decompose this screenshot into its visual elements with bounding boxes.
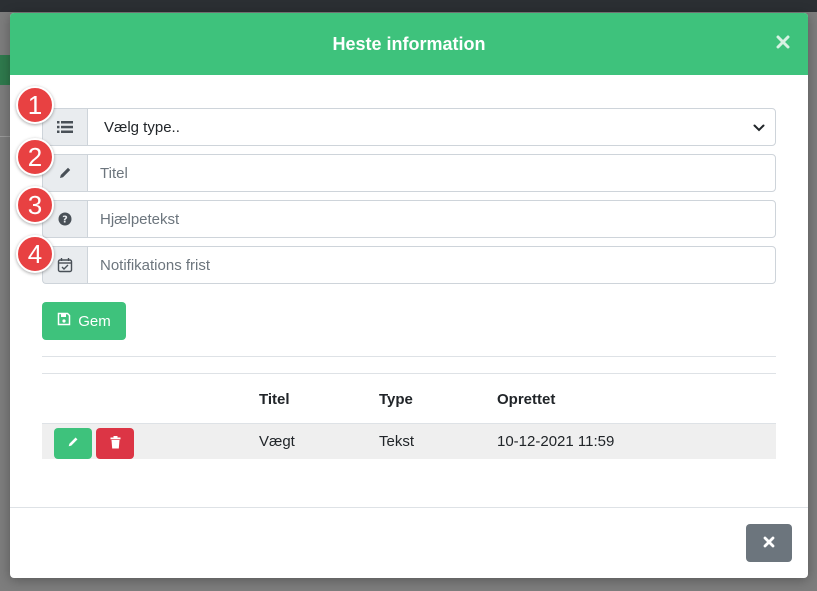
modal-header: Heste information (10, 13, 808, 75)
save-button-label: Gem (78, 312, 111, 330)
svg-text:?: ? (62, 215, 68, 226)
footer-close-button[interactable] (746, 524, 792, 562)
edit-button[interactable] (54, 428, 92, 459)
pencil-icon (67, 436, 79, 451)
trash-icon (110, 435, 121, 452)
close-icon (763, 536, 775, 551)
table-top-border (42, 373, 776, 374)
section-divider (42, 356, 776, 357)
deadline-group (42, 246, 776, 284)
chevron-down-icon (753, 119, 765, 136)
step-badge-2: 2 (16, 138, 54, 176)
save-button[interactable]: Gem (42, 302, 126, 340)
column-header-type: Type (379, 391, 413, 408)
step-badge-4: 4 (16, 235, 54, 273)
help-text-group: ? (42, 200, 776, 238)
app-topbar (0, 0, 817, 12)
table-row: Vægt Tekst 10-12-2021 11:59 (42, 423, 776, 459)
type-select-group: Vælg type.. (42, 108, 776, 146)
type-select-value: Vælg type.. (104, 118, 180, 136)
title-input[interactable] (87, 154, 776, 192)
modal-title: Heste information (332, 33, 486, 54)
title-group (42, 154, 776, 192)
type-select[interactable]: Vælg type.. (87, 108, 776, 146)
close-icon[interactable] (776, 35, 790, 49)
modal-footer-divider (10, 507, 808, 508)
cell-created: 10-12-2021 11:59 (497, 433, 615, 450)
deadline-input[interactable] (87, 246, 776, 284)
step-badge-1: 1 (16, 86, 54, 124)
step-badge-3: 3 (16, 186, 54, 224)
horse-info-modal: Heste information 1 2 3 4 Vælg type.. Ti… (10, 13, 808, 578)
delete-button[interactable] (96, 428, 134, 459)
column-header-title: Titel (259, 391, 290, 408)
cell-title: Vægt (259, 433, 295, 450)
help-text-input[interactable] (87, 200, 776, 238)
cell-type: Tekst (379, 433, 415, 450)
floppy-disk-icon (57, 312, 71, 330)
column-header-created: Oprettet (497, 391, 556, 408)
